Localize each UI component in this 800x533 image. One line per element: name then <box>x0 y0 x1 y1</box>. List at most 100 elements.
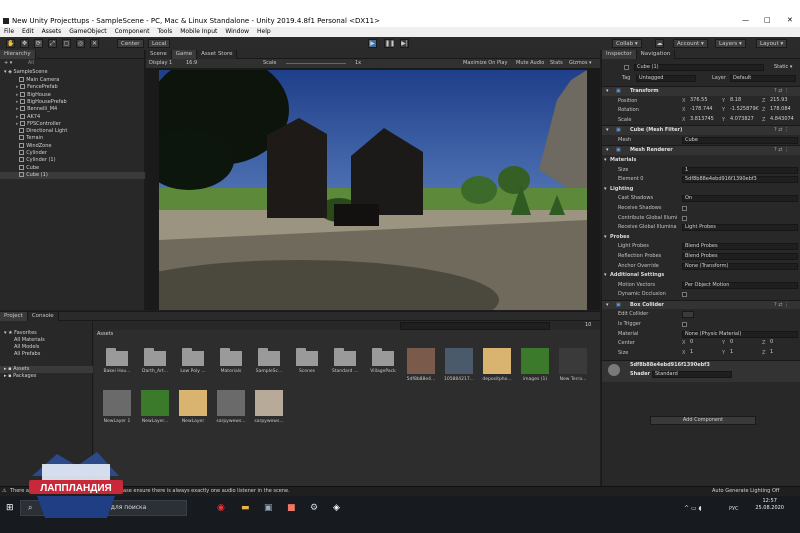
menu-edit[interactable]: Edit <box>18 27 38 35</box>
menu-tools[interactable]: Tools <box>153 27 176 35</box>
file-explorer-icon[interactable]: ▬ <box>241 503 250 513</box>
hierarchy-item[interactable]: Cube (1) <box>0 171 145 180</box>
hierarchy-item[interactable]: ▸ FencePrefab <box>0 84 145 91</box>
asset-item[interactable]: SampleSc... <box>249 348 289 374</box>
hierarchy-item[interactable]: Cube <box>0 164 145 172</box>
unity-taskbar-icon[interactable]: ◈ <box>333 503 340 513</box>
value-field[interactable]: 1 <box>682 166 798 174</box>
shader-dropdown[interactable]: Standard <box>652 371 732 379</box>
display-dropdown[interactable]: Display 1 <box>149 59 172 68</box>
asset-item[interactable]: Bakei Hou... <box>97 348 137 374</box>
menu-help[interactable]: Help <box>253 27 275 35</box>
edit-collider-button[interactable] <box>682 311 694 319</box>
pause-button[interactable]: ❚❚ <box>384 39 395 48</box>
play-button[interactable]: ▶ <box>368 39 377 48</box>
collab-dropdown[interactable]: Collab ▾ <box>612 39 642 48</box>
mesh-renderer-header[interactable]: ▾ ▣ Mesh Renderer ? ⇄ ⋮ <box>602 145 800 155</box>
hand-tool-icon[interactable]: ✋ <box>6 39 15 48</box>
language-indicator[interactable]: РУС <box>729 506 739 512</box>
asset-item[interactable]: New Terra... <box>553 348 593 382</box>
vector-z-field[interactable]: 178.084 <box>768 107 800 114</box>
additional-settings-section[interactable]: ▾ Additional Settings <box>602 271 800 281</box>
maximize-button[interactable]: □ <box>764 16 771 24</box>
checkbox[interactable] <box>682 215 687 221</box>
fav-all-prefabs[interactable]: All Prefabs <box>14 351 40 358</box>
mute-audio-toggle[interactable]: Mute Audio <box>516 59 544 68</box>
hierarchy-item[interactable]: ▸ Bennelli_M4 <box>0 106 145 113</box>
asset-item[interactable]: 105884217... <box>439 348 479 382</box>
opera-icon[interactable]: ◉ <box>217 503 225 513</box>
value-field[interactable]: Cube <box>682 136 798 144</box>
foldout-arrow-icon[interactable]: ▾ <box>604 185 607 194</box>
menu-mobile-input[interactable]: Mobile Input <box>176 27 221 35</box>
asset-item[interactable]: NewLayer... <box>135 390 175 424</box>
maximize-on-play-toggle[interactable]: Maximize On Play <box>463 59 507 68</box>
gizmos-dropdown[interactable]: Gizmos ▾ <box>569 59 592 68</box>
asset-item[interactable]: VillagePack <box>363 348 403 374</box>
store-icon[interactable]: ▣ <box>264 503 273 513</box>
vector-y-field[interactable]: -1.525879€ <box>728 107 760 114</box>
checkbox[interactable] <box>682 292 687 298</box>
mesh-filter-header[interactable]: ▾ ▣ Cube (Mesh Filter) ? ⇄ ⋮ <box>602 125 800 135</box>
rotate-tool-icon[interactable]: ⟳ <box>34 39 43 48</box>
asset-item[interactable]: NewLayer 1 <box>97 390 137 424</box>
tab-inspector[interactable]: Inspector <box>602 50 637 59</box>
menu-assets[interactable]: Assets <box>38 27 66 35</box>
vector-z-field[interactable]: 0 <box>768 340 800 347</box>
tab-game[interactable]: Game <box>171 50 198 59</box>
windows-start-icon[interactable]: ⊞ <box>6 503 14 513</box>
transform-header[interactable]: ▾ ▣ Transform ? ⇄ ⋮ <box>602 86 800 96</box>
hierarchy-item[interactable]: ▸ AK74 <box>0 113 145 121</box>
tab-console[interactable]: Console <box>27 312 59 321</box>
vector-z-field[interactable]: 1 <box>768 349 800 357</box>
step-button[interactable]: ▶| <box>400 39 409 48</box>
layer-dropdown[interactable]: Default <box>730 75 796 82</box>
tag-dropdown[interactable]: Untagged <box>636 75 696 82</box>
materials-section[interactable]: ▾ Materials <box>602 156 800 166</box>
assets-folder[interactable]: ▸ ▪ Assets <box>0 366 93 373</box>
tab-project[interactable]: Project <box>0 312 28 321</box>
tab-asset-store[interactable]: Asset Store <box>197 50 238 59</box>
foldout-arrow-icon[interactable]: ▾ <box>606 87 609 96</box>
app-icon[interactable]: ■ <box>287 503 296 513</box>
component-menu-icon[interactable]: ? ⇄ ⋮ <box>774 146 789 155</box>
value-field[interactable]: Blend Probes <box>682 252 798 260</box>
pivot-toggle[interactable]: Center <box>117 39 144 48</box>
vector-x-field[interactable]: -178.744 <box>688 107 720 114</box>
asset-item[interactable]: depositpho... <box>477 348 517 382</box>
asset-item[interactable]: NewLayer <box>173 390 213 424</box>
steam-icon[interactable]: ⚙ <box>310 503 318 513</box>
transform-tool-icon[interactable]: ◎ <box>76 39 85 48</box>
custom-tool-icon[interactable]: ✕ <box>90 39 99 48</box>
asset-item[interactable]: sarpywews... <box>249 390 289 424</box>
vector-z-field[interactable]: 4.843074 <box>768 116 800 124</box>
foldout-arrow-icon[interactable]: ▾ <box>604 233 607 242</box>
move-tool-icon[interactable]: ✥ <box>20 39 29 48</box>
value-field[interactable]: 5df8b88e4ebd916f1390ebf3 <box>682 176 798 184</box>
material-preview[interactable]: 5df8b88e4ebd916f1390ebf3 Shader Standard <box>602 360 800 383</box>
lighting-section[interactable]: ▾ Lighting <box>602 185 800 195</box>
stats-toggle[interactable]: Stats <box>550 59 563 68</box>
asset-item[interactable]: Materials <box>211 348 251 374</box>
value-field[interactable]: Blend Probes <box>682 243 798 251</box>
static-toggle[interactable]: Static ▾ <box>774 63 792 72</box>
active-checkbox[interactable] <box>624 65 629 70</box>
favorites-folder[interactable]: ▾ ★ Favorites <box>4 330 37 337</box>
game-render-viewport[interactable] <box>159 70 587 310</box>
probes-section[interactable]: ▾ Probes <box>602 233 800 243</box>
foldout-arrow-icon[interactable]: ▾ <box>606 301 609 310</box>
tray-icons[interactable]: ^ ▭ ◖ <box>684 505 702 512</box>
tab-navigation[interactable]: Navigation <box>636 50 676 59</box>
value-field[interactable]: Light Probes <box>682 224 798 232</box>
fav-all-materials[interactable]: All Materials <box>14 337 45 344</box>
asset-item[interactable]: 5df8b88e4... <box>401 348 441 382</box>
value-field[interactable]: On <box>682 195 798 203</box>
hierarchy-item[interactable]: Cylinder (1) <box>0 157 145 164</box>
component-menu-icon[interactable]: ? ⇄ ⋮ <box>774 301 789 310</box>
component-menu-icon[interactable]: ? ⇄ ⋮ <box>774 87 789 96</box>
fav-all-models[interactable]: All Models <box>14 344 39 351</box>
menu-component[interactable]: Component <box>111 27 154 35</box>
hierarchy-item[interactable]: Main Camera <box>0 77 145 84</box>
minimize-button[interactable]: — <box>742 16 749 24</box>
asset-item[interactable]: Darth_Art... <box>135 348 175 374</box>
